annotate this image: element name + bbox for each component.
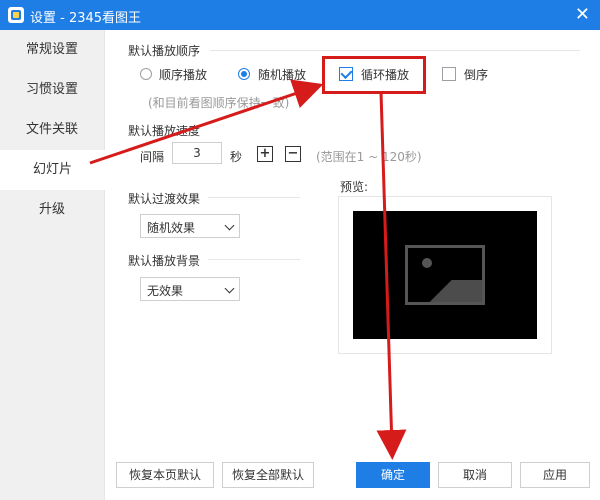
background-select-value: 无效果 [147,284,184,298]
app-icon [8,7,24,23]
sidebar-item-file-association[interactable]: 文件关联 [0,110,104,150]
divider [208,197,300,198]
preview-area [353,211,537,339]
chevron-down-icon [225,285,233,293]
speed-section-title: 默认播放速度 [128,124,201,138]
restore-page-default-button[interactable]: 恢复本页默认 [116,462,214,488]
sidebar-item-slideshow[interactable]: 幻灯片 [0,150,105,190]
divider [208,259,300,260]
background-section-title: 默认播放背景 [128,254,201,268]
order-section-title: 默认播放顺序 [128,44,201,58]
cancel-button[interactable]: 取消 [438,462,512,488]
minus-icon: − [287,146,299,161]
transition-select-value: 随机效果 [147,221,196,235]
sidebar-item-label: 幻灯片 [32,162,72,177]
ok-button[interactable]: 确定 [356,462,430,488]
sidebar-item-label: 文件关联 [25,122,78,137]
sidebar-item-label: 升级 [38,202,65,217]
radio-random[interactable] [238,68,250,80]
radio-sequential-label: 顺序播放 [159,68,208,82]
radio-sequential[interactable] [140,68,152,80]
background-select[interactable]: 无效果 [140,277,240,301]
apply-button[interactable]: 应用 [520,462,590,488]
sidebar-item-upgrade[interactable]: 升级 [0,190,104,230]
restore-all-default-button[interactable]: 恢复全部默认 [222,462,314,488]
checkbox-reverse-label: 倒序 [464,68,489,82]
window-title: 设置 - 2345看图王 [30,11,142,26]
interval-unit: 秒 [230,150,243,164]
increase-interval-button[interactable]: + [257,146,273,162]
transition-select[interactable]: 随机效果 [140,214,240,238]
range-note: (范围在1 ~ 120秒) [316,150,422,164]
sidebar-item-general[interactable]: 常规设置 [0,30,104,70]
chevron-down-icon [225,222,233,230]
transition-section-title: 默认过渡效果 [128,192,201,206]
preview-panel [338,196,552,354]
close-icon[interactable]: ✕ [575,4,590,26]
divider [210,50,580,51]
sidebar-item-label: 习惯设置 [25,82,78,97]
radio-random-label: 随机播放 [258,68,307,82]
interval-label: 间隔 [140,150,165,164]
title-bar: 设置 - 2345看图王 ✕ [0,0,600,30]
interval-input[interactable]: 3 [172,142,222,164]
sidebar: 常规设置 习惯设置 文件关联 幻灯片 升级 [0,30,105,500]
plus-icon: + [259,146,271,161]
decrease-interval-button[interactable]: − [285,146,301,162]
preview-label: 预览: [340,180,369,194]
order-note: (和目前看图顺序保持一致) [148,96,290,110]
sidebar-item-habits[interactable]: 习惯设置 [0,70,104,110]
image-placeholder-icon [405,245,485,305]
annotation-highlight-box [322,56,426,94]
sidebar-item-label: 常规设置 [25,42,78,57]
checkbox-reverse[interactable] [442,67,456,81]
